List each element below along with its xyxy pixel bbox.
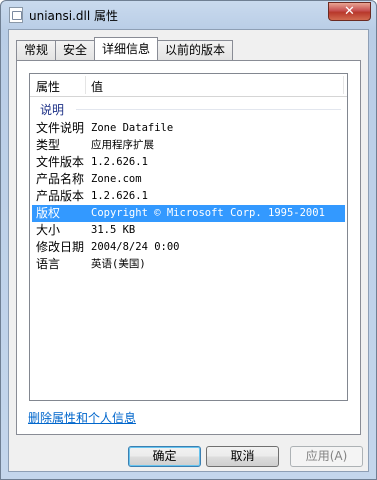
- list-row-product-version[interactable]: 产品版本 1.2.626.1: [32, 188, 345, 205]
- column-divider[interactable]: [85, 76, 86, 94]
- row-value: 英语(美国): [91, 258, 146, 270]
- list-row-date-modified[interactable]: 修改日期 2004/8/24 0:00: [32, 239, 345, 256]
- row-key: 大小: [36, 223, 61, 237]
- row-value: 31.5 KB: [91, 224, 136, 236]
- tab-details[interactable]: 详细信息: [94, 37, 159, 60]
- row-key: 产品版本: [36, 189, 85, 203]
- column-divider[interactable]: [343, 76, 344, 94]
- tab-strip: 常规 安全 详细信息 以前的版本: [16, 37, 234, 60]
- list-row-file-description[interactable]: 文件说明 Zone Datafile: [32, 120, 345, 137]
- row-value: 2004/8/24 0:00: [91, 241, 180, 253]
- row-key: 语言: [36, 257, 61, 271]
- column-header-value[interactable]: 值: [91, 78, 103, 95]
- cancel-button[interactable]: 取消: [206, 446, 279, 467]
- dialog-client: 常规 安全 详细信息 以前的版本 属性 值 说明 文件说明 Zone Dataf…: [8, 29, 369, 472]
- row-value: Zone.com: [91, 173, 142, 185]
- list-row-file-version[interactable]: 文件版本 1.2.626.1: [32, 154, 345, 171]
- list-row-copyright[interactable]: 版权 Copyright © Microsoft Corp. 1995-2001: [32, 205, 345, 222]
- tab-previous-versions[interactable]: 以前的版本: [157, 40, 234, 60]
- row-value: 1.2.626.1: [91, 190, 148, 202]
- list-row-size[interactable]: 大小 31.5 KB: [32, 222, 345, 239]
- list-row-language[interactable]: 语言 英语(美国): [32, 256, 345, 273]
- list-header: 属性 值: [30, 74, 347, 97]
- details-list[interactable]: 属性 值 说明 文件说明 Zone Datafile 类型 应用程序扩展 文件版…: [29, 73, 348, 401]
- row-key: 产品名称: [36, 172, 85, 186]
- row-key: 类型: [36, 138, 61, 152]
- row-value: Copyright © Microsoft Corp. 1995-2001: [91, 207, 325, 219]
- details-panel: 属性 值 说明 文件说明 Zone Datafile 类型 应用程序扩展 文件版…: [16, 60, 361, 435]
- list-row-product-name[interactable]: 产品名称 Zone.com: [32, 171, 345, 188]
- apply-button[interactable]: 应用(A): [290, 446, 363, 467]
- tab-security[interactable]: 安全: [55, 40, 96, 60]
- row-key: 文件说明: [36, 121, 85, 135]
- row-key: 版权: [36, 206, 61, 220]
- window-title: uniansi.dll 属性: [29, 9, 119, 23]
- ok-button[interactable]: 确定: [128, 446, 201, 467]
- remove-properties-link[interactable]: 删除属性和个人信息: [28, 409, 136, 426]
- row-value: 1.2.626.1: [91, 156, 148, 168]
- row-key: 文件版本: [36, 155, 85, 169]
- row-value: Zone Datafile: [91, 122, 174, 134]
- row-value: 应用程序扩展: [91, 139, 154, 151]
- title-bar[interactable]: uniansi.dll 属性 ✕: [1, 1, 376, 29]
- properties-window: uniansi.dll 属性 ✕ 常规 安全 详细信息 以前的版本 属性 值 说…: [0, 0, 377, 480]
- row-key: 修改日期: [36, 240, 85, 254]
- group-divider: [76, 109, 341, 110]
- dll-file-icon: [9, 7, 23, 23]
- column-header-property[interactable]: 属性: [36, 78, 60, 95]
- tab-general[interactable]: 常规: [16, 40, 57, 60]
- group-label-description: 说明: [40, 103, 65, 117]
- close-button[interactable]: ✕: [328, 2, 371, 21]
- list-row-type[interactable]: 类型 应用程序扩展: [32, 137, 345, 154]
